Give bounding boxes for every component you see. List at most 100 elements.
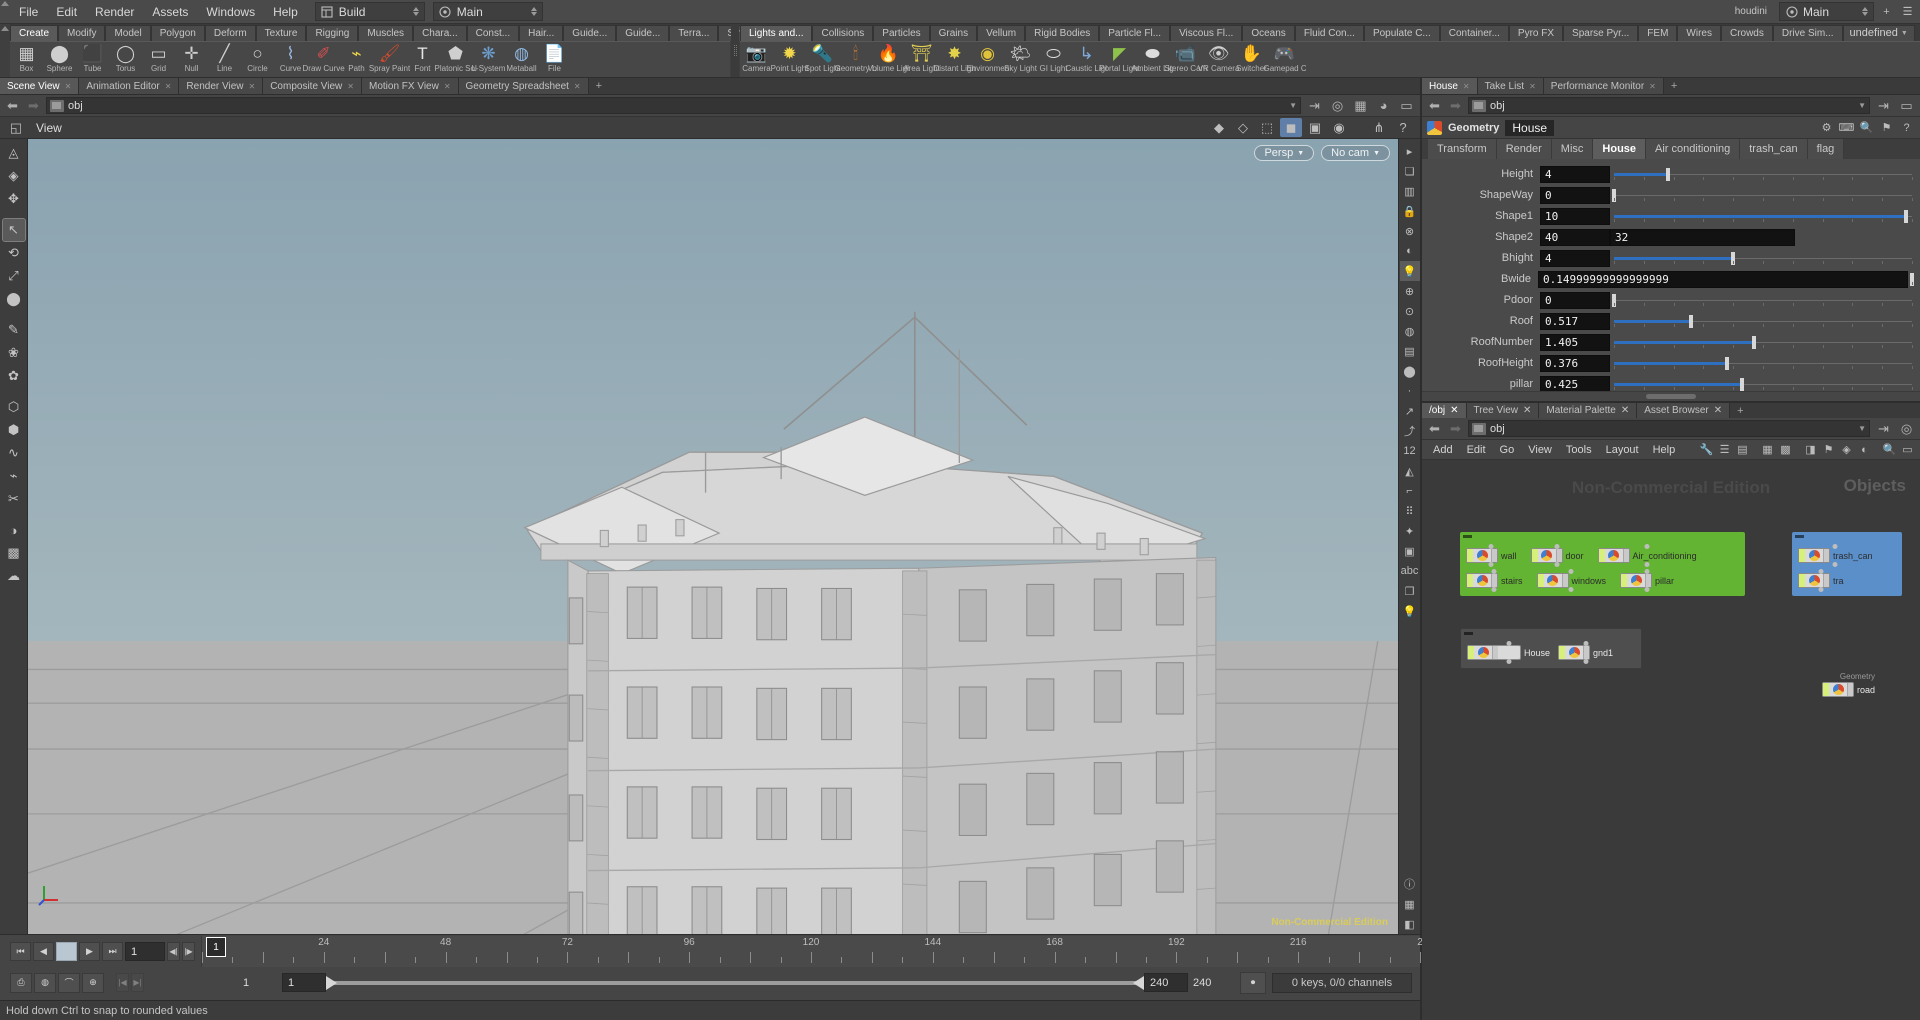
network-node-pillar[interactable]: pillar [1620, 569, 1674, 592]
shelf-tool-sky-light[interactable]: 🌤 Sky Light [1004, 42, 1037, 73]
close-icon[interactable]: ✕ [1450, 405, 1458, 416]
shelf-modeling-tab-13[interactable]: Terra... [669, 24, 719, 41]
panel-menu-icon[interactable]: ▭ [1897, 97, 1916, 115]
output-connector[interactable] [1832, 562, 1838, 567]
shelf-tool-metaball[interactable]: ◍ Metaball [505, 42, 538, 73]
network-box-blue-header[interactable] [1792, 532, 1902, 541]
forward-arrow-icon[interactable]: ➡ [1447, 420, 1464, 437]
shelf-fx-tab-8[interactable]: Oceans [1242, 24, 1295, 41]
color-icon[interactable]: ◨ [1802, 441, 1819, 458]
pin-icon[interactable]: ⇥ [1874, 97, 1893, 115]
param-slider-shapeway[interactable] [1612, 187, 1913, 204]
collapse-icon[interactable] [1795, 535, 1804, 538]
network-node-road[interactable]: road [1822, 682, 1875, 697]
timeline-ruler[interactable]: 24 48 72 96 120 144 168 192 216 2 1 [201, 936, 1423, 967]
param-field-shape1[interactable]: 10 [1540, 207, 1610, 225]
shelf-tool-draw-curve[interactable]: ✐ Draw Curve [303, 42, 345, 73]
pane-tab-animation-editor[interactable]: Animation Editor ✕ [79, 78, 180, 94]
collapse-icon[interactable] [1463, 535, 1472, 538]
input-connector[interactable] [1583, 641, 1589, 646]
chevron-down-icon[interactable]: ▼ [1858, 424, 1866, 433]
output-connector[interactable] [1583, 659, 1589, 664]
param-field-pillar[interactable]: 0.425 [1540, 375, 1610, 391]
network-box-house[interactable]: House gnd1 [1460, 628, 1642, 669]
snap-grid-icon[interactable]: ⬚ [1256, 118, 1278, 137]
step-forward-button[interactable]: |▶ [182, 942, 195, 961]
background-icon[interactable]: ▤ [1400, 341, 1420, 361]
link-icon[interactable]: ◎ [1328, 97, 1347, 115]
soft-tool-icon[interactable]: ⬢ [3, 419, 25, 441]
tree-view-icon[interactable]: ⋔ [1368, 118, 1390, 137]
network-node-gnd1[interactable]: gnd1 [1558, 641, 1613, 664]
desktop-selector[interactable]: Build [314, 2, 425, 21]
param-slider-bhight[interactable] [1614, 250, 1913, 267]
param-path-field[interactable]: obj ▼ [1468, 97, 1870, 114]
display-shaded-icon[interactable]: ◼ [1280, 118, 1302, 137]
output-connector[interactable] [1506, 659, 1511, 664]
jump-start-button[interactable]: ⏮ [10, 942, 31, 961]
shelf-fx-tab-10[interactable]: Populate C... [1363, 24, 1440, 41]
shelf-modeling-tab-5[interactable]: Texture [255, 24, 307, 41]
shelf-tool-line[interactable]: ╱ Line [208, 42, 241, 73]
network-tab--obj[interactable]: /obj ✕ [1422, 403, 1467, 418]
input-connector[interactable] [1832, 544, 1838, 549]
param-tab-flag[interactable]: flag [1807, 139, 1845, 159]
pane-tab-composite-view[interactable]: Composite View ✕ [263, 78, 362, 94]
bbox-icon[interactable]: ⠿ [1400, 501, 1420, 521]
close-icon[interactable]: ✕ [347, 82, 354, 91]
render-flag[interactable] [1847, 683, 1853, 696]
shelf-tool-vr-camera[interactable]: 👁 VR Camera [1198, 42, 1240, 73]
layout-spinner[interactable] [528, 7, 540, 16]
network-menu-icon[interactable]: ▭ [1899, 441, 1916, 458]
viewport-options-icon[interactable]: ◱ [5, 118, 27, 137]
menu-windows[interactable]: Windows [197, 3, 264, 21]
render-flag[interactable] [1823, 574, 1829, 587]
node-body[interactable] [1466, 548, 1498, 563]
shelf-modeling-tab-6[interactable]: Rigging [306, 24, 359, 41]
chevron-down-icon[interactable]: ▼ [1289, 101, 1297, 110]
shelf-fx-tab-17[interactable]: Drive Sim... [1772, 24, 1843, 41]
input-connector[interactable] [1554, 544, 1560, 549]
select-tool-icon[interactable]: ◈ [3, 165, 25, 187]
param-field-shape2-2[interactable]: 32 [1610, 228, 1795, 246]
render-flag[interactable] [1823, 549, 1829, 562]
param-slider-roofheight[interactable] [1614, 355, 1913, 372]
node-body[interactable] [1467, 645, 1521, 660]
scrollbar-thumb[interactable] [1646, 394, 1696, 399]
shelf-tool-null[interactable]: ✛ Null [175, 42, 208, 73]
shelf-modeling-tab-8[interactable]: Chara... [413, 24, 467, 41]
shelf-fx-tab-14[interactable]: FEM [1638, 24, 1678, 41]
grid-snap-icon[interactable]: ▩ [1777, 441, 1794, 458]
shelf-tool-grid[interactable]: ▭ Grid [142, 42, 175, 73]
pane-tab-render-view[interactable]: Render View ✕ [179, 78, 264, 94]
paint-tool-icon[interactable]: ❀ [3, 342, 25, 364]
place-light-icon[interactable]: ⊙ [1400, 301, 1420, 321]
shelf-modeling-tab-4[interactable]: Deform [204, 24, 256, 41]
display-geometry-icon[interactable]: ▦ [1351, 97, 1370, 115]
view-tool-icon[interactable]: ◬ [3, 142, 25, 164]
shelf-fx-tab-12[interactable]: Pyro FX [1508, 24, 1564, 41]
camera-view-icon[interactable]: ▣ [1400, 541, 1420, 561]
network-menu-add[interactable]: Add [1426, 442, 1460, 458]
input-connector[interactable] [1818, 569, 1824, 574]
groups-icon[interactable]: ❐ [1400, 581, 1420, 601]
output-connector[interactable] [1491, 587, 1497, 592]
output-connector[interactable] [1488, 562, 1494, 567]
material-ball-icon[interactable]: ◍ [1400, 321, 1420, 341]
node-name-field[interactable]: House [1505, 119, 1555, 136]
param-field-pdoor[interactable]: 0 [1540, 291, 1610, 309]
pane-tab-geometry-spreadsheet[interactable]: Geometry Spreadsheet ✕ [458, 78, 589, 94]
timeline-playhead[interactable]: 1 [206, 937, 226, 957]
param-slider-roof[interactable] [1614, 313, 1913, 330]
shelf-tool-torus[interactable]: ◯ Torus [109, 42, 142, 73]
network-node-house[interactable]: House [1467, 641, 1550, 664]
sculpt-tool-icon[interactable]: ✿ [3, 365, 25, 387]
network-canvas[interactable]: Non-Commercial Edition Objects wall door A… [1422, 460, 1920, 1020]
panel-menu-icon[interactable]: ▭ [1397, 97, 1416, 115]
palette-icon[interactable]: ◐ [1856, 441, 1873, 458]
viewport-canvas[interactable]: Persp ▼ No cam ▼ Non-Commercial Edition [28, 139, 1398, 934]
shelf-tool-sphere[interactable]: ⬤ Sphere [43, 42, 76, 73]
shelf-fx-tab-11[interactable]: Container... [1439, 24, 1509, 41]
play-forward-button[interactable]: ▶ [79, 942, 100, 961]
pose-tool-icon[interactable]: ⬤ [3, 288, 25, 310]
